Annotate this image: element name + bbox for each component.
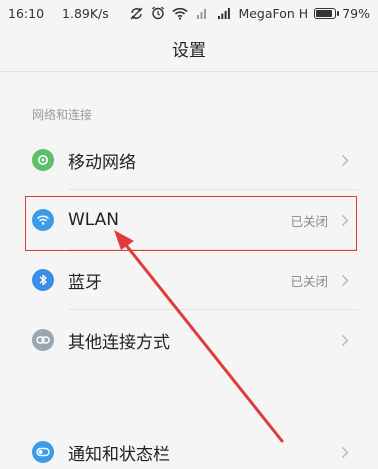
battery-icon [314, 7, 340, 19]
chevron-right-icon [340, 273, 350, 287]
chevron-right-icon [340, 153, 350, 167]
status-speed: 1.89K/s [62, 5, 109, 21]
settings-item-bluetooth[interactable]: 蓝牙 已关闭 [0, 250, 378, 310]
settings-screen: 16:10 1.89K/s MegaFon H 79% 设置 网络和连接 移动网… [0, 0, 378, 469]
mobile-network-icon [32, 149, 54, 171]
status-bar: 16:10 1.89K/s MegaFon H 79% [0, 0, 378, 26]
signal-off-icon [194, 6, 210, 20]
chevron-right-icon [340, 213, 350, 227]
status-time: 16:10 [8, 5, 45, 21]
sync-off-icon [128, 6, 144, 20]
settings-item-label: WLAN [68, 210, 120, 230]
carrier-name: MegaFon H [238, 5, 309, 21]
chevron-right-icon [340, 333, 350, 347]
alarm-icon [150, 6, 166, 20]
wifi-status-icon [172, 6, 188, 20]
settings-item-label: 移动网络 [68, 152, 136, 173]
battery-percent: 79% [342, 5, 370, 21]
settings-item-other-connections[interactable]: 其他连接方式 [0, 310, 378, 370]
link-icon [32, 329, 54, 351]
settings-item-label: 通知和状态栏 [68, 444, 170, 465]
battery-fill [316, 9, 332, 17]
chevron-right-icon [340, 445, 350, 459]
settings-list: 移动网络 WLAN 已关闭 蓝牙 已关闭 其他连接方式 通知和状态栏 [0, 130, 378, 469]
settings-item-label: 蓝牙 [68, 272, 102, 293]
notification-icon [32, 441, 54, 463]
signal-icon [216, 6, 232, 20]
settings-item-label: 其他连接方式 [68, 332, 170, 353]
section-header-network: 网络和连接 [32, 108, 93, 122]
settings-item-wlan[interactable]: WLAN 已关闭 [0, 190, 378, 250]
settings-item-status: 已关闭 [290, 213, 328, 229]
wifi-icon [32, 209, 54, 231]
settings-item-mobile-network[interactable]: 移动网络 [0, 130, 378, 190]
page-title-bar: 设置 [0, 26, 378, 72]
settings-item-notifications[interactable]: 通知和状态栏 [0, 422, 378, 469]
bluetooth-icon [32, 269, 54, 291]
settings-item-status: 已关闭 [290, 273, 328, 289]
page-title: 设置 [172, 41, 206, 61]
